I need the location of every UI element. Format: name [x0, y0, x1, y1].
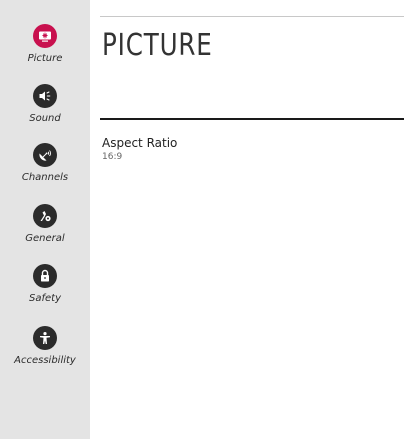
accessibility-icon [33, 326, 57, 350]
general-icon [33, 204, 57, 228]
sidebar-item-general[interactable]: General [0, 204, 90, 256]
page-title: PICTURE [102, 28, 213, 63]
title-divider [100, 118, 404, 120]
sidebar-item-picture[interactable]: Picture [0, 24, 90, 76]
divider [100, 16, 404, 17]
sidebar-item-label: General [25, 233, 65, 244]
setting-aspect-ratio[interactable]: Aspect Ratio 16:9 [102, 136, 392, 166]
main-content: PICTURE Aspect Ratio 16:9 [90, 0, 404, 439]
sound-icon [33, 84, 57, 108]
sidebar-item-label: Channels [21, 172, 69, 183]
sidebar-item-channels[interactable]: Channels [0, 143, 90, 195]
settings-sidebar: Picture Sound Channels General Safety Ac… [0, 0, 90, 439]
lock-icon [33, 264, 57, 288]
sidebar-item-label: Safety [29, 293, 61, 304]
sidebar-item-label: Picture [27, 53, 63, 64]
settings-screen: Picture Sound Channels General Safety Ac… [0, 0, 404, 439]
sidebar-item-safety[interactable]: Safety [0, 264, 90, 316]
sidebar-item-label: Sound [29, 113, 61, 124]
sidebar-item-label: Accessibility [14, 355, 76, 366]
setting-label: Aspect Ratio [102, 136, 178, 150]
channels-icon [33, 143, 57, 167]
sidebar-item-sound[interactable]: Sound [0, 84, 90, 136]
setting-value: 16:9 [102, 152, 123, 162]
sidebar-item-accessibility[interactable]: Accessibility [0, 326, 90, 378]
picture-icon [33, 24, 57, 48]
